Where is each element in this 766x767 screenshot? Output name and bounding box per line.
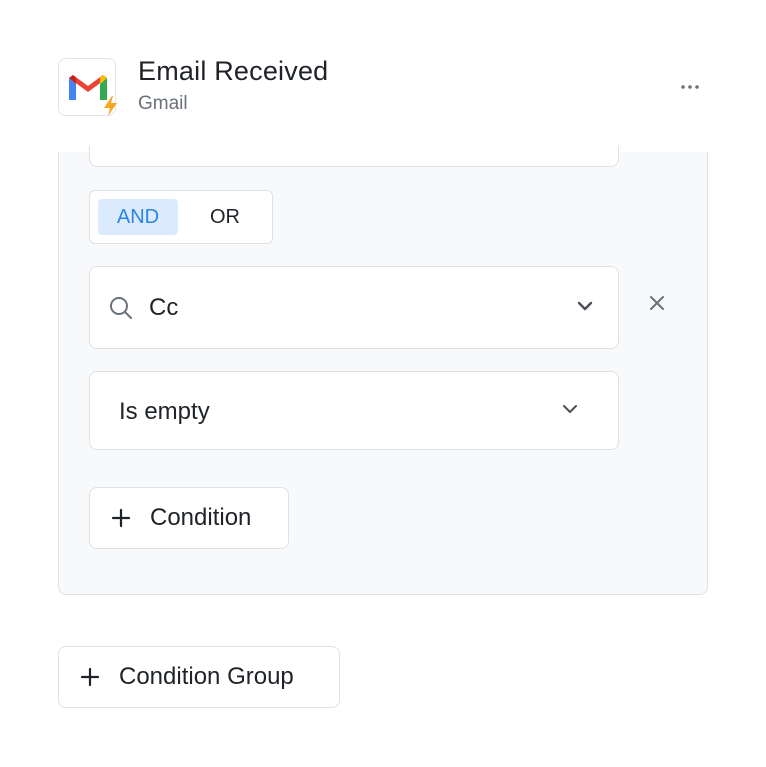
chevron-down-icon	[577, 301, 593, 311]
condition-group-panel: AND OR Cc Is empty Condition	[58, 146, 708, 595]
condition-field-select[interactable]: Cc	[89, 266, 619, 349]
condition-operator-value: Is empty	[119, 398, 210, 425]
logic-toggle: AND OR	[89, 190, 273, 244]
previous-condition-field[interactable]	[89, 146, 619, 167]
more-options-button[interactable]	[672, 72, 708, 102]
gmail-app-icon	[58, 58, 117, 116]
chevron-down-icon	[563, 405, 577, 413]
condition-operator-select[interactable]: Is empty	[89, 371, 619, 450]
search-icon	[110, 297, 132, 319]
logic-and-button[interactable]: AND	[98, 199, 178, 235]
condition-field-value: Cc	[149, 294, 179, 321]
add-condition-group-label: Condition Group	[119, 663, 294, 690]
lightning-icon	[104, 96, 117, 116]
trigger-app-name: Gmail	[138, 93, 188, 114]
add-condition-button[interactable]: Condition	[89, 487, 289, 549]
remove-condition-button[interactable]	[643, 289, 671, 317]
add-condition-group-button[interactable]: Condition Group	[58, 646, 340, 708]
more-horizontal-icon	[681, 85, 699, 89]
trigger-title: Email Received	[138, 56, 329, 86]
close-icon	[650, 296, 664, 310]
plus-icon	[79, 666, 101, 688]
plus-icon	[110, 507, 132, 529]
add-condition-label: Condition	[150, 504, 252, 531]
logic-or-button[interactable]: OR	[185, 199, 265, 235]
